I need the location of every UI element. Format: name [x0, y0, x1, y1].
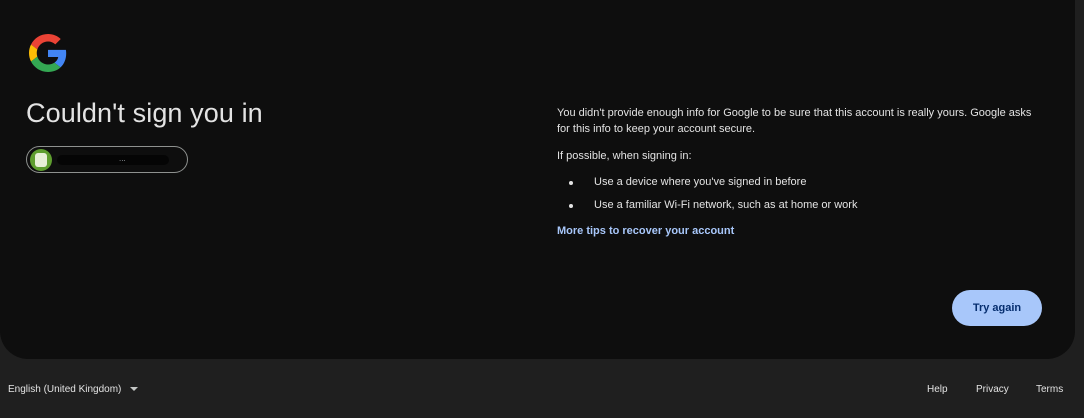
redacted-email: [57, 155, 169, 165]
sign-in-card: Couldn't sign you in ... You didn't prov…: [0, 0, 1075, 359]
caret-down-icon[interactable]: [130, 387, 138, 391]
language-selector[interactable]: English (United Kingdom): [8, 384, 121, 395]
google-g-logo-icon: [29, 34, 67, 72]
explanation-text: You didn't provide enough info for Googl…: [557, 107, 1032, 135]
privacy-link[interactable]: Privacy: [976, 384, 1009, 395]
try-again-button[interactable]: Try again: [952, 290, 1042, 326]
email-redacted-tail: ...: [119, 154, 126, 163]
terms-link[interactable]: Terms: [1036, 384, 1063, 395]
help-link[interactable]: Help: [927, 384, 948, 395]
page-title: Couldn't sign you in: [26, 98, 263, 128]
account-chip[interactable]: ...: [26, 146, 188, 173]
footer: English (United Kingdom) Help Privacy Te…: [0, 378, 1084, 402]
message-panel: You didn't provide enough info for Googl…: [557, 106, 1047, 239]
bullet-icon: [569, 203, 573, 208]
tip-text: Use a familiar Wi-Fi network, such as at…: [594, 198, 858, 211]
tips-list: Use a device where you've signed in befo…: [557, 175, 1047, 213]
tips-intro-text: If possible, when signing in:: [557, 150, 692, 162]
list-item: Use a familiar Wi-Fi network, such as at…: [557, 198, 1047, 213]
list-item: Use a device where you've signed in befo…: [557, 175, 1047, 190]
account-avatar-icon: [30, 149, 52, 171]
bullet-icon: [569, 180, 573, 185]
more-tips-link[interactable]: More tips to recover your account: [557, 224, 734, 240]
tip-text: Use a device where you've signed in befo…: [594, 175, 807, 188]
